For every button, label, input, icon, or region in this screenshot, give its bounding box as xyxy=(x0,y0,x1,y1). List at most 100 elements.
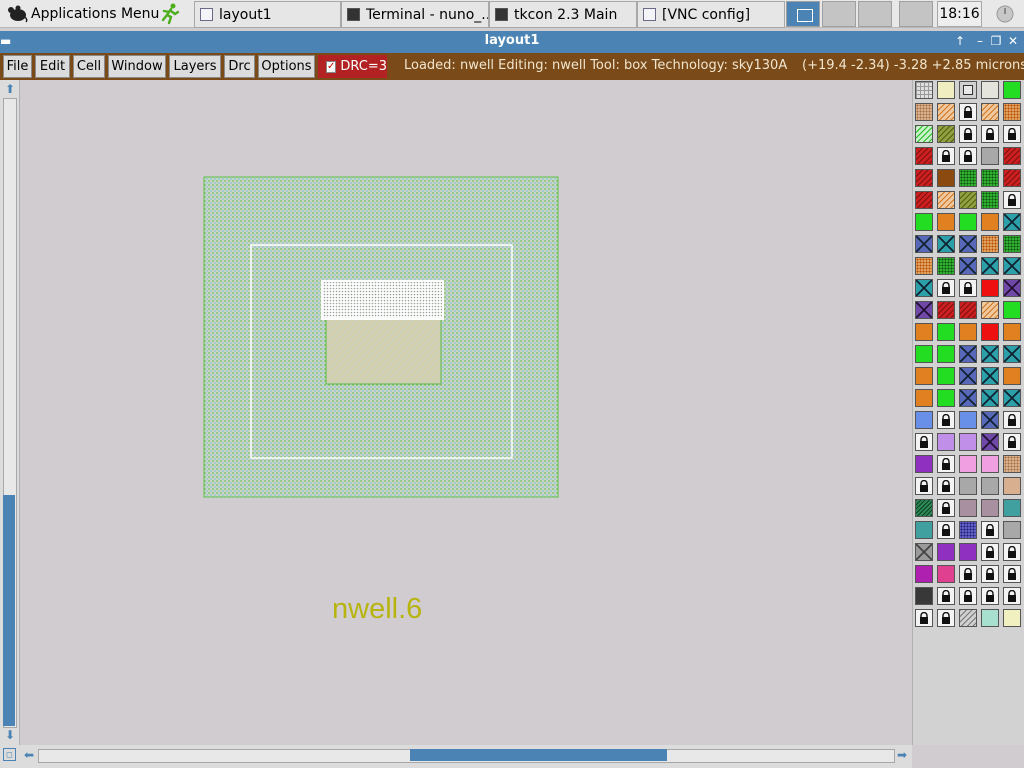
palette-layer-tan-dot[interactable] xyxy=(1003,455,1021,473)
palette-layer-tan[interactable] xyxy=(1003,477,1021,495)
palette-layer-teal[interactable] xyxy=(1003,499,1021,517)
palette-layer-rose[interactable] xyxy=(937,565,955,583)
menu-layers[interactable]: Layers xyxy=(169,55,221,78)
palette-layer-blue-dot[interactable] xyxy=(959,521,977,539)
palette-layer-teal-x[interactable] xyxy=(981,367,999,385)
palette-layer-locked[interactable] xyxy=(1003,433,1021,451)
layout-canvas[interactable]: nwell.6 xyxy=(20,80,912,745)
palette-layer-green[interactable] xyxy=(915,345,933,363)
palette-layer-locked[interactable] xyxy=(937,609,955,627)
palette-layer-red-hatch[interactable] xyxy=(915,169,933,187)
palette-layer-teal-x[interactable] xyxy=(981,345,999,363)
palette-layer-red[interactable] xyxy=(981,279,999,297)
palette-layer-orange-hatch[interactable] xyxy=(937,191,955,209)
palette-layer-gray-hatch[interactable] xyxy=(959,609,977,627)
menu-options[interactable]: Options xyxy=(258,55,315,78)
palette-layer-gray[interactable] xyxy=(959,477,977,495)
palette-layer-locked[interactable] xyxy=(959,565,977,583)
menu-file[interactable]: File xyxy=(3,55,32,78)
maximize-button[interactable]: ❐ xyxy=(988,33,1004,49)
scroll-left-arrow-icon[interactable]: ⬅ xyxy=(22,748,36,762)
menu-drc[interactable]: Drc xyxy=(224,55,255,78)
palette-layer-orange-dot[interactable] xyxy=(915,257,933,275)
palette-layer-locked[interactable] xyxy=(1003,191,1021,209)
palette-layer-locked[interactable] xyxy=(959,125,977,143)
palette-layer-gray[interactable] xyxy=(981,147,999,165)
palette-layer-violet[interactable] xyxy=(959,433,977,451)
keep-above-button[interactable]: ↑ xyxy=(952,33,968,49)
palette-layer-locked[interactable] xyxy=(937,499,955,517)
palette-layer-red-hatch[interactable] xyxy=(915,147,933,165)
palette-layer-orange[interactable] xyxy=(915,323,933,341)
drc-count-toggle[interactable]: ✓ DRC=3 xyxy=(318,55,387,78)
palette-layer-locked[interactable] xyxy=(915,433,933,451)
palette-layer-mauve[interactable] xyxy=(959,499,977,517)
horizontal-scroll-thumb[interactable] xyxy=(410,749,667,761)
palette-layer-brown[interactable] xyxy=(937,169,955,187)
palette-layer-tan-dot[interactable] xyxy=(915,103,933,121)
palette-layer-blue-x[interactable] xyxy=(959,257,977,275)
palette-layer-green[interactable] xyxy=(937,367,955,385)
task-vnc-config[interactable]: [VNC config] xyxy=(637,1,785,28)
palette-layer-green[interactable] xyxy=(937,323,955,341)
palette-layer-teal-x[interactable] xyxy=(1003,213,1021,231)
palette-layer-dark[interactable] xyxy=(915,587,933,605)
minimize-button[interactable]: – xyxy=(972,33,988,49)
palette-layer-locked[interactable] xyxy=(1003,587,1021,605)
palette-layer-teal-x[interactable] xyxy=(1003,345,1021,363)
palette-layer-orange-dot[interactable] xyxy=(1003,103,1021,121)
workspace-2[interactable] xyxy=(822,1,856,27)
palette-layer-green[interactable] xyxy=(937,389,955,407)
menu-edit[interactable]: Edit xyxy=(35,55,70,78)
palette-layer-locked[interactable] xyxy=(959,279,977,297)
palette-layer-teal-x[interactable] xyxy=(1003,389,1021,407)
vertical-scroll-thumb[interactable] xyxy=(3,495,15,726)
menu-cell[interactable]: Cell xyxy=(73,55,105,78)
palette-layer-purple-x[interactable] xyxy=(981,433,999,451)
palette-layer-blue[interactable] xyxy=(915,411,933,429)
palette-layer-locked[interactable] xyxy=(981,587,999,605)
palette-layer-teal-x[interactable] xyxy=(981,389,999,407)
palette-layer-locked[interactable] xyxy=(937,147,955,165)
palette-layer-pink[interactable] xyxy=(981,455,999,473)
palette-layer-orange-hatch[interactable] xyxy=(981,103,999,121)
task-tkcon[interactable]: tkcon 2.3 Main xyxy=(489,1,637,28)
palette-layer-locked[interactable] xyxy=(937,411,955,429)
palette-layer-green-dot[interactable] xyxy=(1003,235,1021,253)
clock[interactable]: 18:16 xyxy=(937,1,982,27)
palette-layer-olive-hatch[interactable] xyxy=(959,191,977,209)
palette-layer-red-hatch[interactable] xyxy=(959,301,977,319)
palette-layer-gray[interactable] xyxy=(981,477,999,495)
palette-layer-blue[interactable] xyxy=(959,411,977,429)
palette-layer-blue-x[interactable] xyxy=(959,389,977,407)
palette-layer-orange[interactable] xyxy=(937,213,955,231)
scroll-up-arrow-icon[interactable]: ⬆ xyxy=(3,82,17,96)
vertical-scrollbar[interactable]: ⬆ ⬇ xyxy=(0,80,20,745)
palette-layer-green-dot[interactable] xyxy=(959,169,977,187)
palette-layer-locked[interactable] xyxy=(937,279,955,297)
palette-layer-locked[interactable] xyxy=(981,565,999,583)
palette-layer-orange[interactable] xyxy=(915,389,933,407)
palette-layer-orange-dot[interactable] xyxy=(981,235,999,253)
palette-layer-orange[interactable] xyxy=(1003,323,1021,341)
palette-layer-locked[interactable] xyxy=(937,477,955,495)
palette-layer-violet[interactable] xyxy=(937,433,955,451)
scroll-down-arrow-icon[interactable]: ⬇ xyxy=(3,728,17,742)
palette-layer-cream[interactable] xyxy=(1003,609,1021,627)
layout-drawing[interactable] xyxy=(20,80,912,745)
palette-layer-purple-x[interactable] xyxy=(1003,279,1021,297)
palette-layer-purple[interactable] xyxy=(959,543,977,561)
palette-layer-locked[interactable] xyxy=(1003,565,1021,583)
palette-layer-red-hatch[interactable] xyxy=(1003,147,1021,165)
palette-layer-pink[interactable] xyxy=(959,455,977,473)
palette-layer-blue-x[interactable] xyxy=(959,345,977,363)
palette-layer-locked[interactable] xyxy=(959,147,977,165)
palette-layer-gray-x[interactable] xyxy=(915,543,933,561)
menu-window[interactable]: Window xyxy=(108,55,166,78)
palette-layer-blue-x[interactable] xyxy=(959,367,977,385)
palette-layer-red[interactable] xyxy=(981,323,999,341)
palette-layer-locked[interactable] xyxy=(1003,411,1021,429)
palette-layer-teal[interactable] xyxy=(915,521,933,539)
palette-layer-mint[interactable] xyxy=(981,609,999,627)
workspace-4[interactable] xyxy=(899,1,933,27)
